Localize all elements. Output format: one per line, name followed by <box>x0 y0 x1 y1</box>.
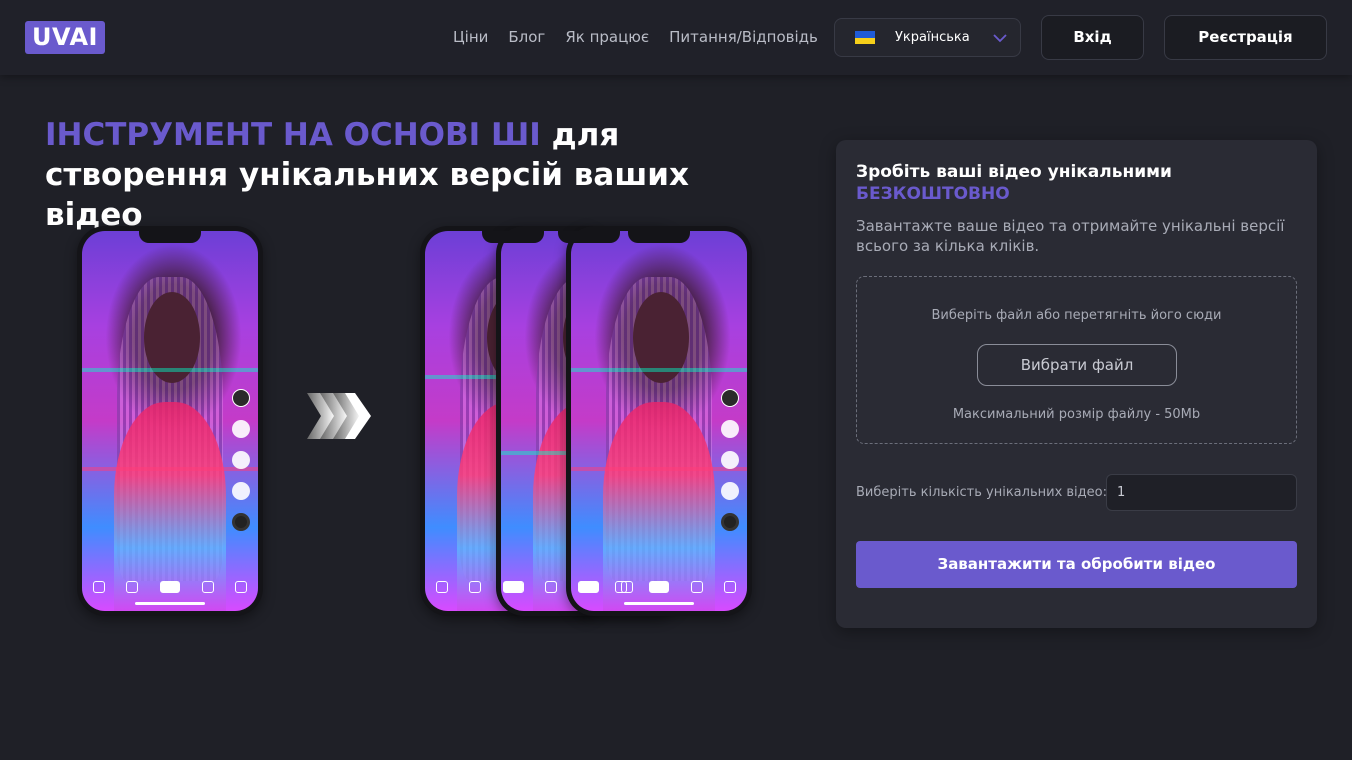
search-icon <box>126 581 139 593</box>
file-drop-zone[interactable]: Виберіть файл або перетягніть його сюди … <box>856 276 1297 444</box>
music-disc-icon <box>232 513 250 531</box>
language-select[interactable]: Українська <box>834 18 1021 57</box>
card-title: Зробіть ваші відео унікальними <box>856 162 1172 182</box>
profile-icon <box>235 581 248 593</box>
top-header: UVAI Ціни Блог Як працює Питання/Відпові… <box>0 0 1352 75</box>
video-preview <box>82 231 258 611</box>
upload-and-process-button[interactable]: Завантажити та обробити відео <box>856 541 1297 588</box>
nav-link-how-it-works[interactable]: Як працює <box>565 28 649 46</box>
unique-video-phone-3 <box>566 226 752 616</box>
home-icon <box>92 581 105 593</box>
drop-hint: Виберіть файл або перетягніть його сюди <box>931 308 1222 323</box>
login-button[interactable]: Вхід <box>1041 15 1144 60</box>
share-icon <box>232 420 250 438</box>
microphone-icon <box>201 581 214 593</box>
card-title-accent: БЕЗКОШТОВНО <box>856 184 1010 204</box>
nav-link-faq[interactable]: Питання/Відповідь <box>669 28 818 46</box>
max-file-size: Максимальний розмір файлу - 50Mb <box>952 407 1201 422</box>
quantity-label: Виберіть кількість унікальних відео: <box>856 485 1107 500</box>
upload-card: Зробіть ваші відео унікальними БЕЗКОШТОВ… <box>836 140 1317 628</box>
chevrons-right-icon <box>307 393 371 439</box>
avatar-icon <box>232 389 250 407</box>
ukraine-flag-icon <box>855 31 875 44</box>
logo[interactable]: UVAI <box>25 21 105 54</box>
original-video-phone <box>77 226 263 616</box>
chevron-down-icon <box>993 33 1007 42</box>
plus-icon <box>159 581 180 593</box>
register-button[interactable]: Реєстрація <box>1164 15 1327 60</box>
nav-link-pricing[interactable]: Ціни <box>453 28 488 46</box>
quantity-input[interactable]: 1 <box>1106 474 1297 511</box>
comment-icon <box>232 482 250 500</box>
nav-link-blog[interactable]: Блог <box>508 28 545 46</box>
language-label: Українська <box>895 30 970 45</box>
card-description: Завантажте ваше відео та отримайте уніка… <box>856 217 1285 255</box>
main-nav: Ціни Блог Як працює Питання/Відповідь <box>453 28 818 46</box>
choose-file-button[interactable]: Вибрати файл <box>977 344 1177 386</box>
hero-title-accent: ІНСТРУМЕНТ НА ОСНОВІ ШІ <box>45 117 541 153</box>
hero-title: ІНСТРУМЕНТ НА ОСНОВІ ШІ для створення ун… <box>45 115 785 235</box>
heart-icon <box>232 451 250 469</box>
